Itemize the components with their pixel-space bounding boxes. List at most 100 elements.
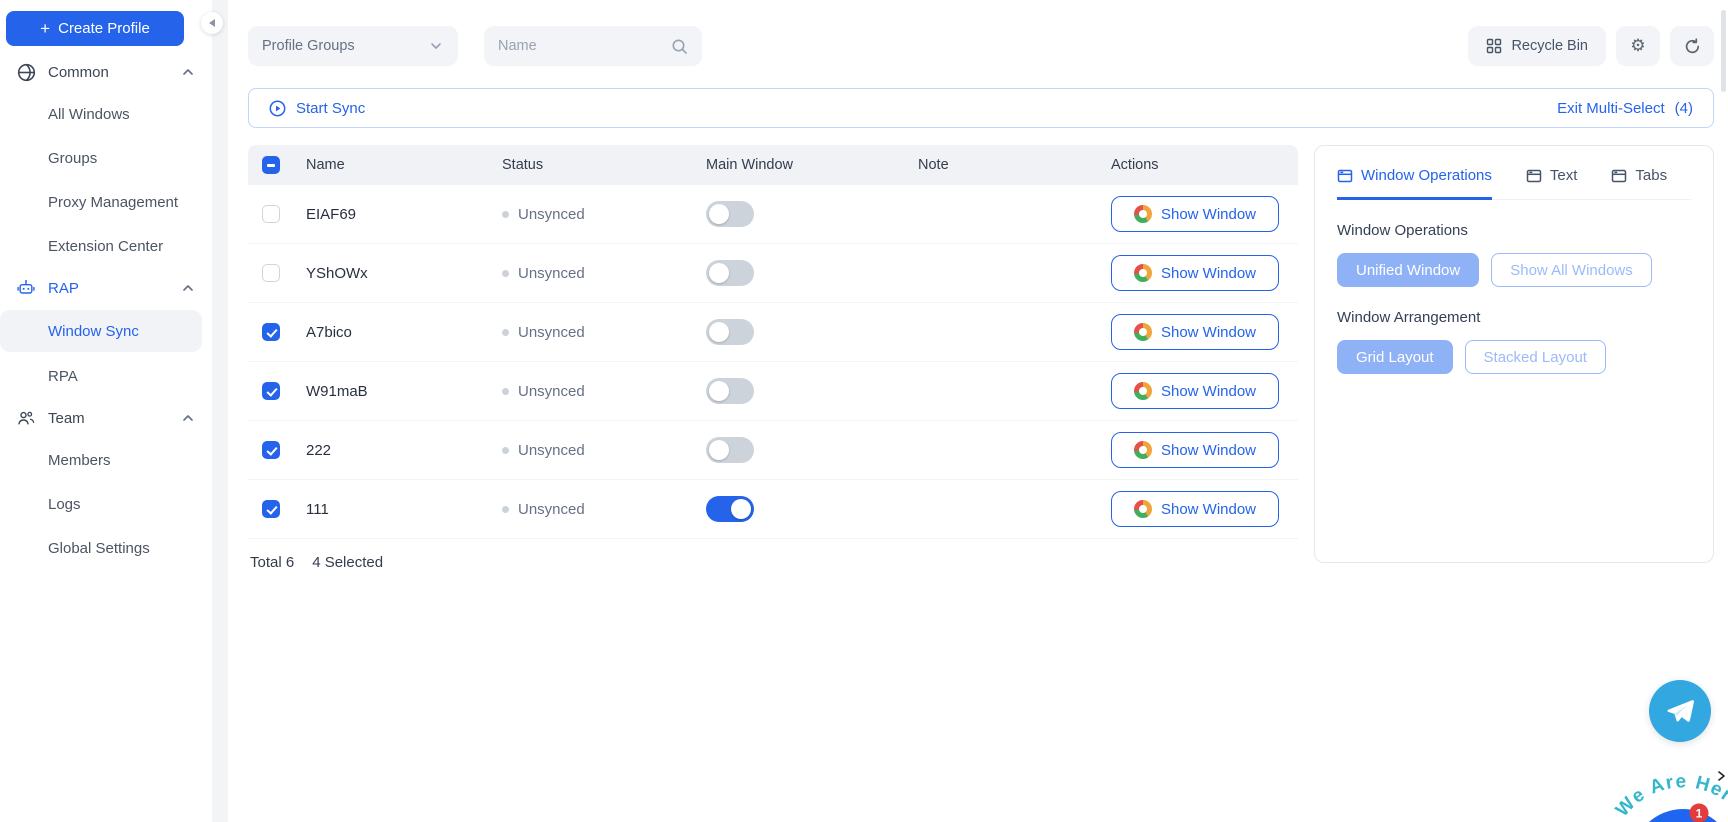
profiles-table: Name Status Main Window Note Actions EIA… [248,145,1298,586]
main-window-toggle[interactable] [706,319,754,345]
profile-name: W91maB [294,383,490,400]
tab-text[interactable]: Text [1526,167,1578,200]
sidebar-nav: Common All Windows Groups Proxy Manageme… [0,52,212,570]
gear-icon: ⚙ [1630,38,1645,55]
sidebar-section-team[interactable]: Team [0,398,212,438]
status-text: Unsynced [518,501,585,518]
recycle-bin-button[interactable]: Recycle Bin [1468,26,1606,66]
show-window-button[interactable]: Show Window [1111,373,1279,409]
content-row: Name Status Main Window Note Actions EIA… [248,145,1714,586]
button-label: Stacked Layout [1484,349,1587,366]
profile-name: EIAF69 [294,206,490,223]
sidebar-section-common[interactable]: Common [0,52,212,92]
section-label: Team [48,410,180,427]
profile-groups-label: Profile Groups [262,38,428,54]
show-window-button[interactable]: Show Window [1111,491,1279,527]
item-label: Extension Center [48,238,163,255]
show-all-windows-button[interactable]: Show All Windows [1491,253,1652,287]
sidebar-item-groups[interactable]: Groups [0,136,212,180]
status-dot-icon [502,211,509,218]
item-label: Logs [48,496,81,513]
chrome-icon [1134,500,1152,518]
tab-window-operations[interactable]: Window Operations [1337,167,1492,200]
col-actions: Actions [1099,157,1298,173]
section-title-window-arrangement: Window Arrangement [1337,309,1691,326]
scrollbar-thumb[interactable] [1721,10,1726,92]
sidebar-item-global-settings[interactable]: Global Settings [0,526,212,570]
sidebar-item-proxy-management[interactable]: Proxy Management [0,180,212,224]
telegram-button[interactable] [1649,680,1711,742]
row-checkbox[interactable] [262,500,280,518]
row-checkbox[interactable] [262,382,280,400]
row-checkbox[interactable] [262,323,280,341]
start-sync-label: Start Sync [296,100,365,117]
sidebar-collapse-button[interactable] [201,12,223,34]
show-window-button[interactable]: Show Window [1111,196,1279,232]
table-row: W91maB Unsynced Show Window [248,362,1298,421]
item-label: Groups [48,150,97,167]
profile-name: YShOWx [294,265,490,282]
main-window-toggle[interactable] [706,378,754,404]
sidebar-item-members[interactable]: Members [0,438,212,482]
show-window-button[interactable]: Show Window [1111,432,1279,468]
robot-icon [16,278,36,298]
table-header: Name Status Main Window Note Actions [248,145,1298,185]
main-window-toggle[interactable] [706,496,754,522]
tab-tabs[interactable]: Tabs [1611,167,1667,200]
sidebar-item-logs[interactable]: Logs [0,482,212,526]
sidebar: + Create Profile Common All Windows Grou… [0,0,212,822]
chrome-icon [1134,441,1152,459]
main-window-toggle[interactable] [706,437,754,463]
profile-name: 111 [294,501,490,518]
exit-multi-select-label: Exit Multi-Select [1557,100,1665,117]
toggle-knob [709,440,729,460]
tab-label: Tabs [1635,167,1667,184]
select-all-checkbox[interactable] [262,156,280,174]
stacked-layout-button[interactable]: Stacked Layout [1465,340,1606,374]
sidebar-item-window-sync[interactable]: Window Sync [0,310,202,352]
show-window-label: Show Window [1161,442,1256,459]
status-dot-icon [502,270,509,277]
selected-count: 4 Selected [312,554,383,571]
unified-window-button[interactable]: Unified Window [1337,253,1479,287]
row-checkbox[interactable] [262,264,280,282]
search-icon[interactable] [671,38,688,55]
chevron-up-icon [180,64,196,80]
refresh-icon [1684,38,1701,55]
name-search-input[interactable] [498,38,671,54]
status-text: Unsynced [518,324,585,341]
edge-expand-arrow[interactable] [1715,769,1727,788]
sidebar-item-extension-center[interactable]: Extension Center [0,224,212,268]
toggle-knob [709,381,729,401]
status-dot-icon [502,329,509,336]
show-window-button[interactable]: Show Window [1111,255,1279,291]
sidebar-item-rpa[interactable]: RPA [0,354,212,398]
col-note: Note [906,157,1099,173]
section-label: Common [48,64,180,81]
show-window-button[interactable]: Show Window [1111,314,1279,350]
chevron-right-icon [1715,769,1727,783]
sidebar-section-rap[interactable]: RAP [0,268,212,308]
sidebar-item-all-windows[interactable]: All Windows [0,92,212,136]
row-checkbox[interactable] [262,205,280,223]
main-window-toggle[interactable] [706,201,754,227]
settings-button[interactable]: ⚙ [1616,26,1660,66]
name-search [484,26,702,66]
toggle-knob [731,499,751,519]
exit-multi-select-button[interactable]: Exit Multi-Select (4) [1557,100,1693,117]
grid-layout-button[interactable]: Grid Layout [1337,340,1453,374]
status-text: Unsynced [518,206,585,223]
telegram-plane-icon [1665,696,1695,726]
col-main-window: Main Window [694,157,906,173]
start-sync-button[interactable]: Start Sync [269,100,365,117]
row-checkbox[interactable] [262,441,280,459]
toolbar: Profile Groups Recycle Bin ⚙ [248,26,1714,66]
create-profile-label: Create Profile [58,20,150,37]
create-profile-button[interactable]: + Create Profile [6,11,184,46]
profile-groups-select[interactable]: Profile Groups [248,26,458,66]
status-dot-icon [502,506,509,513]
toggle-knob [709,204,729,224]
refresh-button[interactable] [1670,26,1714,66]
main-content: Profile Groups Recycle Bin ⚙ Start Sync [228,0,1728,822]
main-window-toggle[interactable] [706,260,754,286]
